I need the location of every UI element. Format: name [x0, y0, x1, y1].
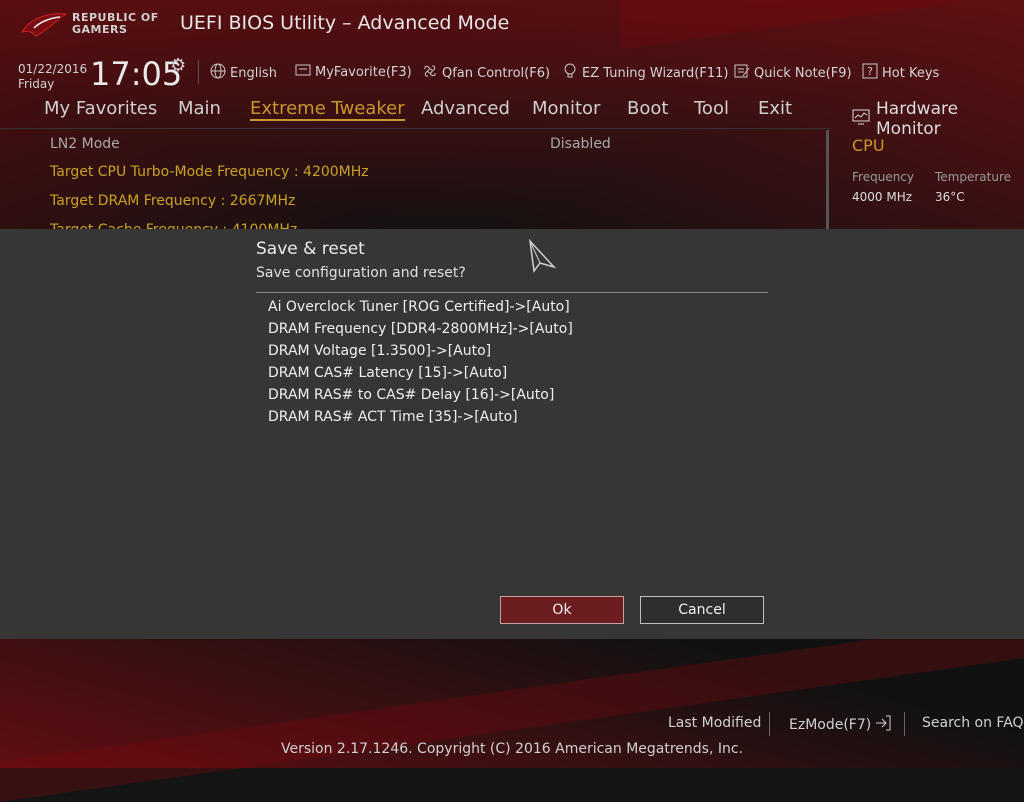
- cancel-button[interactable]: Cancel: [640, 596, 764, 624]
- ezmode-label: EzMode(F7): [789, 717, 872, 733]
- copyright-text: Version 2.17.1246. Copyright (C) 2016 Am…: [280, 741, 744, 757]
- clock-display: 17:05: [90, 55, 183, 93]
- divider: [0, 128, 830, 129]
- myfavorite-label: MyFavorite(F3): [315, 64, 412, 80]
- divider: [198, 60, 199, 84]
- day-display: Friday: [18, 77, 55, 91]
- target-cpu-frequency: Target CPU Turbo-Mode Frequency : 4200MH…: [50, 164, 369, 180]
- tab-monitor[interactable]: Monitor: [532, 98, 600, 119]
- dialog-subtitle: Save configuration and reset?: [256, 265, 466, 281]
- search-faq-button[interactable]: Search on FAQ: [922, 715, 1024, 731]
- gear-icon[interactable]: ⚙: [170, 55, 186, 76]
- dialog-divider: [256, 292, 768, 293]
- tab-boot[interactable]: Boot: [627, 98, 668, 119]
- tab-exit[interactable]: Exit: [758, 98, 792, 119]
- date-display: 01/22/2016: [18, 62, 88, 76]
- change-item: DRAM RAS# ACT Time [35]->[Auto]: [268, 409, 518, 425]
- globe-icon: [210, 63, 226, 83]
- tab-main[interactable]: Main: [178, 98, 221, 119]
- logo-text-line2: GAMERS: [72, 23, 128, 36]
- temperature-value: 36°C: [935, 190, 965, 204]
- help-icon: ?: [862, 63, 878, 83]
- app-title: UEFI BIOS Utility – Advanced Mode: [180, 12, 510, 34]
- quick-note-label: Quick Note(F9): [754, 65, 852, 81]
- tab-advanced[interactable]: Advanced: [421, 98, 510, 119]
- hardware-monitor-title: Hardware Monitor: [876, 99, 959, 139]
- divider: [769, 712, 770, 736]
- language-label: English: [230, 65, 277, 81]
- dialog-title: Save & reset: [256, 239, 365, 259]
- rog-logo: REPUBLIC OF GAMERS: [20, 8, 170, 44]
- ez-tuning-label: EZ Tuning Wizard(F11): [582, 65, 729, 81]
- qfan-label: Qfan Control(F6): [442, 65, 551, 81]
- tab-tool[interactable]: Tool: [694, 98, 729, 119]
- rog-eye-icon: [20, 13, 68, 37]
- target-dram-frequency: Target DRAM Frequency : 2667MHz: [50, 193, 296, 209]
- hot-keys-button[interactable]: ? Hot Keys: [862, 63, 939, 83]
- fan-icon: [422, 63, 438, 83]
- lightbulb-icon: [562, 63, 578, 83]
- frequency-label: Frequency: [852, 170, 914, 184]
- frequency-value: 4000 MHz: [852, 190, 913, 204]
- mouse-cursor-icon: [528, 239, 557, 273]
- change-item: DRAM RAS# to CAS# Delay [16]->[Auto]: [268, 387, 555, 403]
- exit-arrow-icon: [874, 715, 892, 735]
- last-modified-button[interactable]: Last Modified: [668, 715, 761, 731]
- hardware-monitor-header: Hardware Monitor: [852, 99, 1024, 139]
- change-item: Ai Overclock Tuner [ROG Certified]->[Aut…: [268, 299, 570, 315]
- change-item: DRAM Frequency [DDR4-2800MHz]->[Auto]: [268, 321, 573, 337]
- divider: [904, 712, 905, 736]
- myfavorite-button[interactable]: MyFavorite(F3): [295, 63, 412, 81]
- hot-keys-label: Hot Keys: [882, 65, 940, 81]
- language-button[interactable]: English: [210, 63, 277, 83]
- ez-tuning-button[interactable]: EZ Tuning Wizard(F11): [562, 63, 728, 83]
- svg-text:?: ?: [867, 65, 873, 78]
- scrollbar[interactable]: [826, 130, 829, 230]
- ezmode-button[interactable]: EzMode(F7): [789, 715, 892, 735]
- note-icon: [734, 63, 750, 83]
- qfan-button[interactable]: Qfan Control(F6): [422, 63, 550, 83]
- change-item: DRAM Voltage [1.3500]->[Auto]: [268, 343, 492, 359]
- change-item: DRAM CAS# Latency [15]->[Auto]: [268, 365, 508, 381]
- tab-my-favorites[interactable]: My Favorites: [44, 98, 157, 119]
- ln2-mode-value[interactable]: Disabled: [550, 136, 611, 152]
- monitor-icon: [852, 109, 870, 130]
- favorite-folder-icon: [295, 63, 311, 81]
- quick-note-button[interactable]: Quick Note(F9): [734, 63, 852, 83]
- ln2-mode-label[interactable]: LN2 Mode: [50, 136, 120, 152]
- ok-button[interactable]: Ok: [500, 596, 624, 624]
- temperature-label: Temperature: [935, 170, 1012, 184]
- save-reset-dialog: Save & reset Save configuration and rese…: [0, 229, 1024, 639]
- cpu-heading: CPU: [852, 136, 885, 155]
- tab-extreme-tweaker[interactable]: Extreme Tweaker: [250, 98, 405, 121]
